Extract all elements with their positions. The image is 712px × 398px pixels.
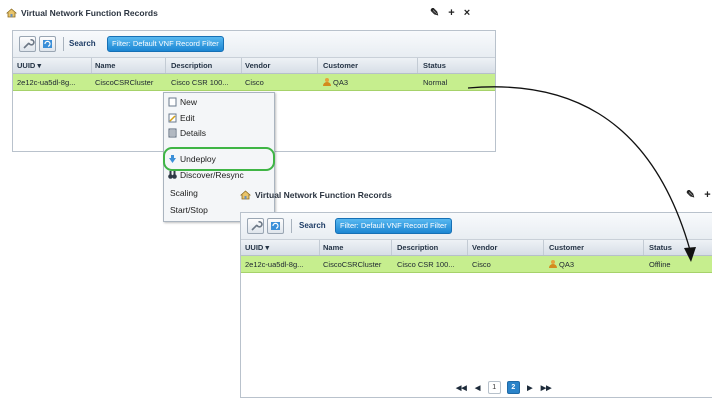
transition-arrow (467, 86, 696, 262)
